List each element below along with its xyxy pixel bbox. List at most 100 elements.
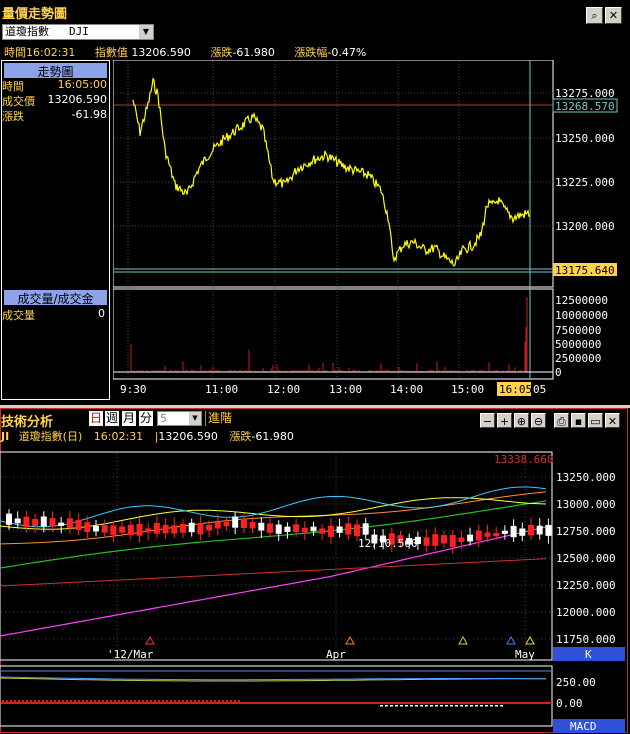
period-number-value: 5 xyxy=(160,412,167,425)
save-button[interactable]: ▪ xyxy=(571,413,586,428)
info-pct-label: 漲跌幅 xyxy=(294,46,328,59)
ref-high-label: 13268.570 xyxy=(555,100,615,113)
period-week[interactable]: 週 xyxy=(105,411,119,426)
top-title: 量價走勢圖 xyxy=(2,7,68,22)
bottom-value: 13206.590 xyxy=(158,430,218,443)
time-axis-tick: 12:00 xyxy=(267,383,300,396)
vol-header: 成交量/成交金 xyxy=(4,290,107,306)
side-price: 13206.590 xyxy=(47,93,108,106)
date-axis-tick: Apr xyxy=(326,648,346,661)
x-current-label: 16:05 xyxy=(499,383,532,396)
side-header: 走勢圖 xyxy=(4,63,107,79)
top-panel: 量價走勢圖 ⌕ ✕ 道瓊指數 DJI ▼ 時間16:02:31 指數值 1320… xyxy=(0,0,630,405)
time-axis-tick: 11:00 xyxy=(205,383,238,396)
symbol-select[interactable]: 道瓊指數 DJI ▼ xyxy=(2,24,154,40)
advanced-button[interactable]: 進階 xyxy=(205,411,233,426)
volume-axis-tick: 12500000 xyxy=(555,294,608,307)
daily-axis-tick: 12250.000 xyxy=(556,579,616,592)
close-icon: ✕ xyxy=(608,9,619,22)
date-axis-tick: '12/Mar xyxy=(107,648,154,661)
price-axis-tick: 13225.000 xyxy=(555,176,615,189)
vol-value: 0 xyxy=(98,307,105,320)
plus-icon: + xyxy=(499,415,510,428)
select-arrow[interactable]: ▼ xyxy=(139,25,153,39)
price-axis-tick: 13200.000 xyxy=(555,220,615,233)
info-change-label: 漲跌 xyxy=(210,46,233,59)
info-index-label: 指數值 xyxy=(94,46,128,59)
x-end-label: 05 xyxy=(533,383,546,396)
side-time: 16:05:00 xyxy=(57,78,107,91)
chevron-down-icon: ▼ xyxy=(142,27,150,36)
k-label: K xyxy=(585,648,592,661)
daily-axis-tick: 13250.000 xyxy=(556,471,616,484)
macd-axis-tick: 250.00 xyxy=(556,676,596,689)
period-month[interactable]: 月 xyxy=(122,411,136,426)
daily-axis-tick: 12000.000 xyxy=(556,606,616,619)
zoom-in-icon: ⊕ xyxy=(516,415,527,428)
high-label: 13338.660 xyxy=(494,453,554,466)
close-icon: ✕ xyxy=(607,415,618,428)
close-bottom-button[interactable]: ✕ xyxy=(605,413,620,428)
info-line: 時間16:02:31 指數值 13206.590 漲跌-61.980 漲跌幅-0… xyxy=(4,44,366,60)
bottom-time: 16:02:31 xyxy=(93,430,144,443)
daily-chart[interactable]: 13338.660 12710.560 13250.000 13000.000 12… xyxy=(0,446,628,734)
volume-axis-tick: 2500000 xyxy=(555,352,601,365)
period-day[interactable]: 日 xyxy=(89,411,103,426)
period-min[interactable]: 分 xyxy=(139,411,153,426)
volume-axis-tick: 7500000 xyxy=(555,324,601,337)
zoom-icon: ⌕ xyxy=(591,9,598,22)
period-number[interactable]: 5 ▼ xyxy=(157,411,202,426)
bottom-symbol: JI xyxy=(1,430,10,443)
date-axis-tick: May xyxy=(515,648,535,661)
volume-axis-tick: 0 xyxy=(555,366,562,379)
price-axis-tick: 13250.000 xyxy=(555,132,615,145)
info-pct: -0.47% xyxy=(327,46,367,59)
zoom-in-button[interactable]: ⊕ xyxy=(514,413,529,428)
info-index: 13206.590 xyxy=(131,46,191,59)
intraday-chart[interactable]: 13275.000 13250.000 13225.000 13200.000 132… xyxy=(113,60,630,402)
close-button[interactable]: ✕ xyxy=(605,7,622,24)
window-icon: ▭ xyxy=(590,415,601,428)
bottom-panel: 技術分析 日 週 月 分 5 ▼ 進階 − + ⊕ ⊖ ⎙ ▪ ▭ ✕ JI 道… xyxy=(0,408,628,733)
window-button[interactable]: ▭ xyxy=(588,413,603,428)
bottom-change: -61.980 xyxy=(251,430,294,443)
vol-label: 成交量 xyxy=(2,309,35,322)
side-change-label: 漲跌 xyxy=(2,110,24,123)
side-row-change: 漲跌 -61.98 xyxy=(2,108,109,123)
info-time: 16:02:31 xyxy=(26,46,76,59)
volume-axis-tick: 5000000 xyxy=(555,338,601,351)
bottom-info-line: JI 道瓊指數(日) 16:02:31 |13206.590 漲跌-61.980 xyxy=(1,428,294,444)
bottom-name: 道瓊指數(日) xyxy=(18,430,83,443)
zoom-out-button[interactable]: ⊖ xyxy=(531,413,546,428)
print-icon: ⎙ xyxy=(557,415,566,428)
ref-low-label: 13175.640 xyxy=(555,264,615,277)
side-panel: 走勢圖 時間 16:05:00 成交價 13206.590 漲跌 -61.98 … xyxy=(1,60,110,400)
select-symbol: DJI xyxy=(69,25,89,38)
side-price-label: 成交價 xyxy=(2,95,35,108)
info-time-label: 時間 xyxy=(4,46,26,59)
volume-axis-tick: 10000000 xyxy=(555,309,608,322)
macd-axis-tick: 0.00 xyxy=(556,697,583,710)
minus-button[interactable]: − xyxy=(480,413,495,428)
period-number-arrow[interactable]: ▼ xyxy=(189,412,201,425)
bottom-change-label: 漲跌 xyxy=(229,430,252,443)
side-time-label: 時間 xyxy=(2,80,24,93)
side-change: -61.98 xyxy=(71,108,107,121)
zoom-out-icon: ⊖ xyxy=(533,415,544,428)
low-label: 12710.560 xyxy=(358,537,418,550)
price-axis-tick: 13275.000 xyxy=(555,87,615,100)
chevron-down-icon: ▼ xyxy=(192,414,198,422)
zoom-button[interactable]: ⌕ xyxy=(586,7,603,24)
vol-row: 成交量 0 xyxy=(2,307,107,322)
minus-icon: − xyxy=(482,415,493,428)
plus-button[interactable]: + xyxy=(497,413,512,428)
side-row-price: 成交價 13206.590 xyxy=(2,93,109,108)
daily-axis-tick: 11750.000 xyxy=(556,633,616,646)
info-change: -61.980 xyxy=(232,46,275,59)
daily-axis-tick: 12750.000 xyxy=(556,525,616,538)
save-icon: ▪ xyxy=(574,415,583,428)
select-value: 道瓊指數 xyxy=(5,25,49,38)
daily-axis-tick: 13000.000 xyxy=(556,498,616,511)
print-button[interactable]: ⎙ xyxy=(554,413,569,428)
time-axis-tick: 9:30 xyxy=(120,383,147,396)
